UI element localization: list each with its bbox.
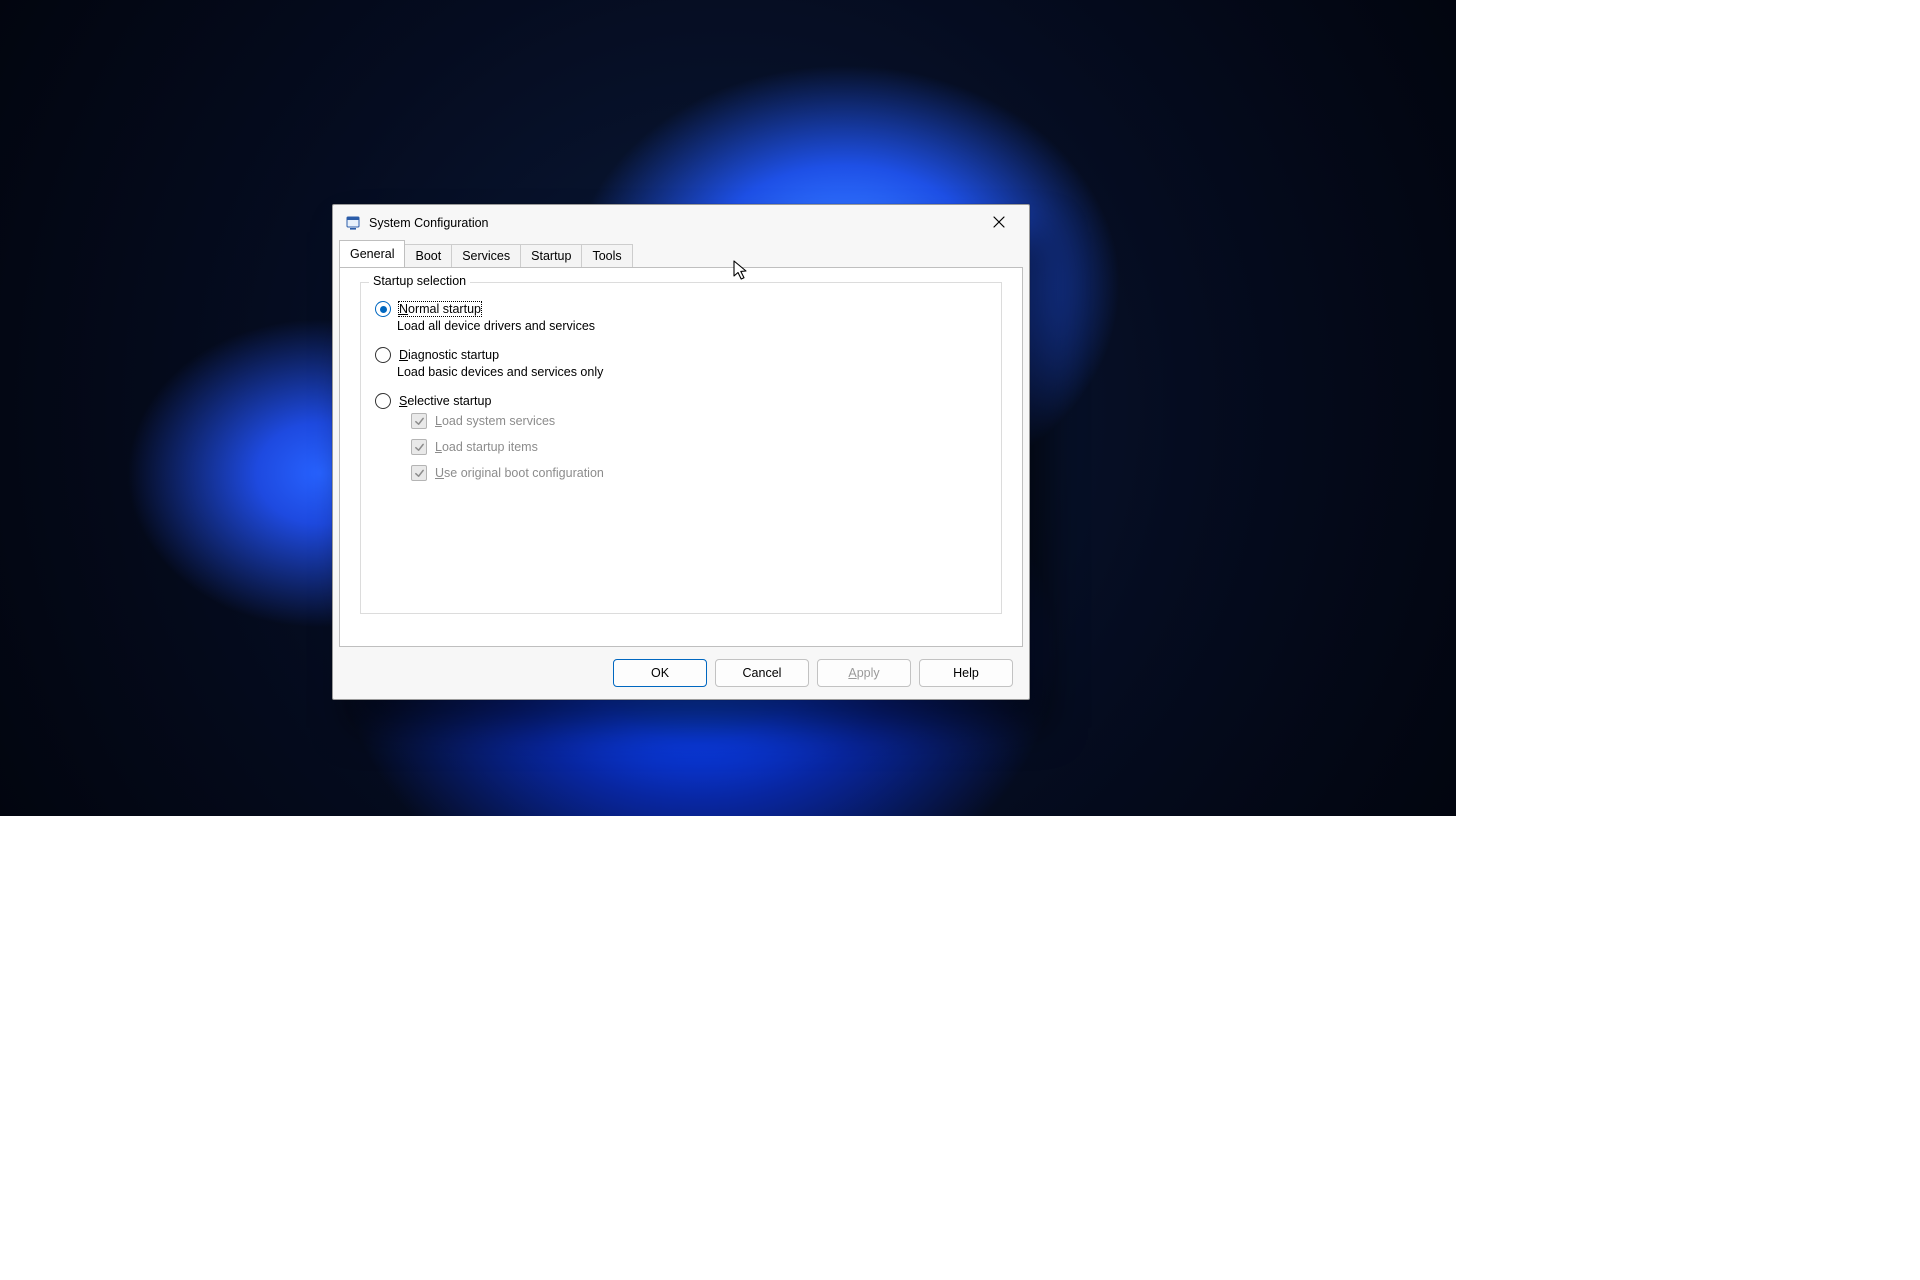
- radio-icon: [375, 393, 391, 409]
- tab-tools-label: Tools: [592, 249, 621, 263]
- cancel-button-label: Cancel: [743, 666, 782, 680]
- radio-icon: [375, 347, 391, 363]
- window-title: System Configuration: [369, 216, 489, 230]
- startup-selection-group: Startup selection Normal startup Load al…: [360, 282, 1002, 614]
- tab-page-general: Startup selection Normal startup Load al…: [339, 267, 1023, 647]
- tab-boot[interactable]: Boot: [404, 244, 452, 268]
- checkbox-load-system-label: Load system services: [435, 414, 555, 428]
- ok-button[interactable]: OK: [613, 659, 707, 687]
- radio-selective-startup[interactable]: Selective startup: [375, 393, 987, 409]
- close-icon: [993, 216, 1005, 231]
- tab-services[interactable]: Services: [451, 244, 521, 268]
- tab-boot-label: Boot: [415, 249, 441, 263]
- tab-general-label: General: [350, 247, 394, 261]
- apply-button-label: Apply: [848, 666, 879, 680]
- checkbox-use-original-boot: Use original boot configuration: [411, 465, 987, 481]
- tab-general[interactable]: General: [339, 240, 405, 267]
- tab-tools[interactable]: Tools: [581, 244, 632, 268]
- radio-normal-desc: Load all device drivers and services: [397, 319, 987, 333]
- tab-startup-label: Startup: [531, 249, 571, 263]
- checkbox-use-original-label: Use original boot configuration: [435, 466, 604, 480]
- system-configuration-window: System Configuration General Boot Servic…: [332, 204, 1030, 700]
- desktop-background: System Configuration General Boot Servic…: [0, 0, 1456, 816]
- radio-normal-startup[interactable]: Normal startup: [375, 301, 987, 317]
- title-bar[interactable]: System Configuration: [333, 205, 1029, 241]
- help-button[interactable]: Help: [919, 659, 1013, 687]
- cursor-icon: [733, 260, 751, 285]
- tab-strip: General Boot Services Startup Tools: [333, 241, 1029, 267]
- msconfig-icon: [345, 215, 361, 231]
- ok-button-label: OK: [651, 666, 669, 680]
- radio-diagnostic-desc: Load basic devices and services only: [397, 365, 987, 379]
- checkbox-load-system-services: Load system services: [411, 413, 987, 429]
- checkbox-load-startup-items: Load startup items: [411, 439, 987, 455]
- radio-diagnostic-startup[interactable]: Diagnostic startup: [375, 347, 987, 363]
- tab-startup[interactable]: Startup: [520, 244, 582, 268]
- radio-diagnostic-label: Diagnostic startup: [399, 348, 499, 362]
- apply-button: Apply: [817, 659, 911, 687]
- dialog-button-bar: OK Cancel Apply Help: [613, 659, 1013, 687]
- close-button[interactable]: [977, 208, 1021, 238]
- cancel-button[interactable]: Cancel: [715, 659, 809, 687]
- selective-suboptions: Load system services Load startup items: [411, 413, 987, 481]
- tab-services-label: Services: [462, 249, 510, 263]
- checkbox-icon: [411, 439, 427, 455]
- radio-selective-label: Selective startup: [399, 394, 491, 408]
- radio-icon: [375, 301, 391, 317]
- help-button-label: Help: [953, 666, 979, 680]
- checkbox-load-startup-label: Load startup items: [435, 440, 538, 454]
- radio-normal-label: Normal startup: [399, 302, 481, 316]
- checkbox-icon: [411, 413, 427, 429]
- group-legend: Startup selection: [369, 274, 470, 288]
- checkbox-icon: [411, 465, 427, 481]
